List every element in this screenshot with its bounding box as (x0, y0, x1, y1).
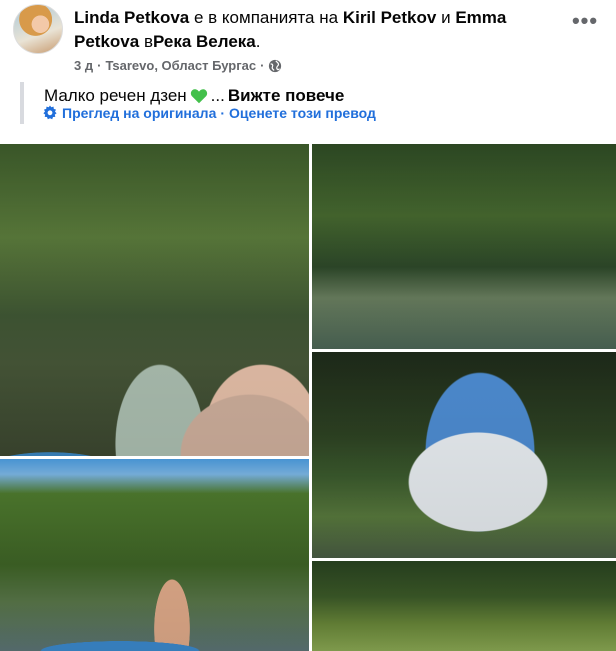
photo-reeds[interactable] (312, 561, 616, 651)
photo-shade (0, 459, 309, 651)
place-link[interactable]: Река Велека (153, 32, 256, 51)
meta-dot-2: · (260, 58, 265, 73)
location-link[interactable]: Tsarevo, Област Бургас (105, 58, 256, 73)
post-title-line: Linda Petkova е в компанията на Kiril Pe… (74, 6, 554, 54)
view-original-link[interactable]: Преглед на оригинала (62, 105, 216, 121)
gear-icon (43, 105, 57, 120)
post-header: Linda Petkova е в компанията на Kiril Pe… (0, 0, 616, 80)
photo-shade (312, 352, 616, 558)
photo-tree-canopy[interactable] (312, 352, 616, 558)
title-period: . (255, 32, 261, 51)
photo-selfie-kayak[interactable] (0, 144, 309, 456)
meta-dot: · (97, 58, 102, 73)
and-text: и (441, 8, 451, 27)
translation-row: Преглед на оригинала · Оценете този прев… (42, 105, 376, 121)
translation-separator: · (220, 105, 226, 121)
rate-translation-link[interactable]: Оценете този превод (229, 105, 376, 121)
tagged-person-1-link[interactable]: Kiril Petkov (343, 8, 437, 27)
more-options-button[interactable]: ••• (570, 10, 600, 40)
in-text: в (143, 32, 153, 51)
ellipsis-icon: ••• (571, 8, 599, 33)
globe-icon[interactable] (268, 59, 282, 73)
with-text: е в компанията на (194, 8, 339, 27)
photo-shade (312, 144, 616, 349)
post-time-link[interactable]: 3 д (74, 58, 93, 73)
photo-river-flowers[interactable] (312, 144, 616, 349)
author-avatar[interactable] (13, 4, 63, 54)
post-meta: 3 д · Tsarevo, Област Бургас · (74, 58, 282, 73)
author-name-link[interactable]: Linda Petkova (74, 8, 189, 27)
photo-shade (0, 144, 309, 456)
photo-paddleboard[interactable] (0, 459, 309, 651)
green-heart-icon (190, 89, 207, 104)
photo-shade (312, 561, 616, 651)
